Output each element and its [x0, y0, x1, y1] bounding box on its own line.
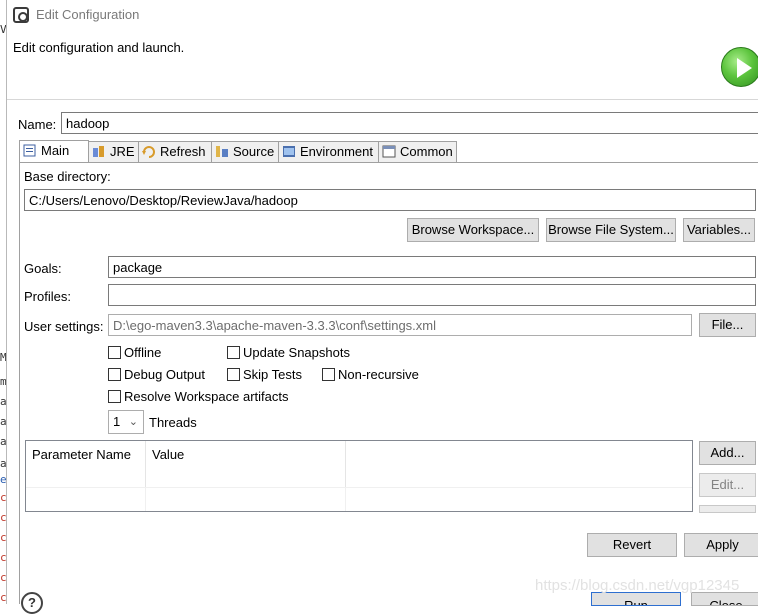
offline-checkbox[interactable]: Offline	[108, 345, 161, 360]
variables-button[interactable]: Variables...	[683, 218, 755, 242]
revert-button[interactable]: Revert	[587, 533, 677, 557]
profiles-field[interactable]	[108, 284, 756, 306]
threads-value: 1	[113, 414, 121, 429]
common-tab-icon	[382, 145, 396, 158]
update-snapshots-checkbox[interactable]: Update Snapshots	[227, 345, 350, 360]
title-bar: Edit Configuration	[7, 0, 758, 30]
tab-common-label: Common	[400, 144, 453, 159]
skip-tests-label: Skip Tests	[243, 367, 303, 382]
watermark-text: https://blog.csdn.net/vgp12345	[535, 577, 740, 594]
tab-main[interactable]: Main	[19, 140, 89, 163]
table-cell	[146, 488, 346, 511]
file-button[interactable]: File...	[699, 313, 756, 337]
tab-common[interactable]: Common	[378, 141, 457, 162]
main-tab-icon	[23, 144, 37, 157]
offline-checkbox-box[interactable]	[108, 346, 121, 359]
base-directory-label: Base directory:	[24, 169, 111, 184]
browse-workspace-button[interactable]: Browse Workspace...	[407, 218, 539, 242]
parameters-table[interactable]: Parameter Name Value	[25, 440, 693, 512]
debug-output-checkbox-box[interactable]	[108, 368, 121, 381]
name-field[interactable]: hadoop	[61, 112, 758, 134]
remove-button-partial[interactable]	[699, 505, 756, 513]
update-snapshots-checkbox-box[interactable]	[227, 346, 240, 359]
tab-source[interactable]: Source	[211, 141, 279, 162]
table-row[interactable]	[26, 487, 692, 511]
header-title: Edit configuration and launch.	[13, 40, 185, 55]
dialog-header: Edit configuration and launch.	[7, 30, 758, 100]
tab-environment[interactable]: Environment	[278, 141, 379, 162]
tab-jre-label: JRE	[110, 144, 135, 159]
add-button[interactable]: Add...	[699, 441, 756, 465]
debug-output-checkbox[interactable]: Debug Output	[108, 367, 205, 382]
refresh-tab-icon	[142, 145, 156, 158]
edit-configuration-dialog: Edit Configuration Edit configuration an…	[6, 0, 758, 614]
run-launch-icon	[721, 47, 758, 87]
tab-environment-label: Environment	[300, 144, 373, 159]
tab-refresh[interactable]: Refresh	[138, 141, 212, 162]
name-label: Name:	[18, 117, 57, 132]
jre-tab-icon	[92, 145, 106, 158]
value-header[interactable]: Value	[146, 441, 346, 487]
environment-tab-icon	[282, 145, 296, 158]
skip-tests-checkbox[interactable]: Skip Tests	[227, 367, 302, 382]
tab-source-label: Source	[233, 144, 275, 159]
offline-label: Offline	[124, 345, 162, 360]
browse-file-system-button[interactable]: Browse File System...	[546, 218, 676, 242]
update-snapshots-label: Update Snapshots	[243, 345, 350, 360]
filler-header	[346, 441, 692, 487]
apply-button[interactable]: Apply	[684, 533, 758, 557]
goals-label: Goals:	[24, 261, 62, 276]
user-settings-label: User settings:	[24, 319, 104, 334]
profiles-label: Profiles:	[24, 289, 71, 304]
skip-tests-checkbox-box[interactable]	[227, 368, 240, 381]
base-directory-field[interactable]: C:/Users/Lenovo/Desktop/ReviewJava/hadoo…	[24, 189, 756, 211]
threads-select[interactable]: 1 ⌄	[108, 410, 144, 434]
goals-field[interactable]: package	[108, 256, 756, 278]
tab-jre[interactable]: JRE	[88, 141, 139, 162]
window-title: Edit Configuration	[36, 7, 140, 22]
edit-button[interactable]: Edit...	[699, 473, 756, 497]
non-recursive-label: Non-recursive	[338, 367, 419, 382]
tab-refresh-label: Refresh	[160, 144, 206, 159]
dialog-content: Name: hadoop Main JRE Refresh Source Env…	[7, 101, 758, 614]
table-cell	[26, 488, 146, 511]
source-tab-icon	[215, 145, 229, 158]
resolve-workspace-checkbox-box[interactable]	[108, 390, 121, 403]
non-recursive-checkbox[interactable]: Non-recursive	[322, 367, 419, 382]
help-icon[interactable]: ?	[21, 592, 43, 614]
configuration-icon	[13, 7, 29, 23]
threads-label: Threads	[149, 415, 197, 430]
chevron-down-icon: ⌄	[128, 416, 138, 428]
debug-output-label: Debug Output	[124, 367, 205, 382]
user-settings-field[interactable]: D:\ego-maven3.3\apache-maven-3.3.3\conf\…	[108, 314, 692, 336]
non-recursive-checkbox-box[interactable]	[322, 368, 335, 381]
resolve-workspace-label: Resolve Workspace artifacts	[124, 389, 289, 404]
resolve-workspace-checkbox[interactable]: Resolve Workspace artifacts	[108, 389, 289, 404]
parameter-name-header[interactable]: Parameter Name	[26, 441, 146, 487]
tab-main-label: Main	[41, 143, 70, 158]
